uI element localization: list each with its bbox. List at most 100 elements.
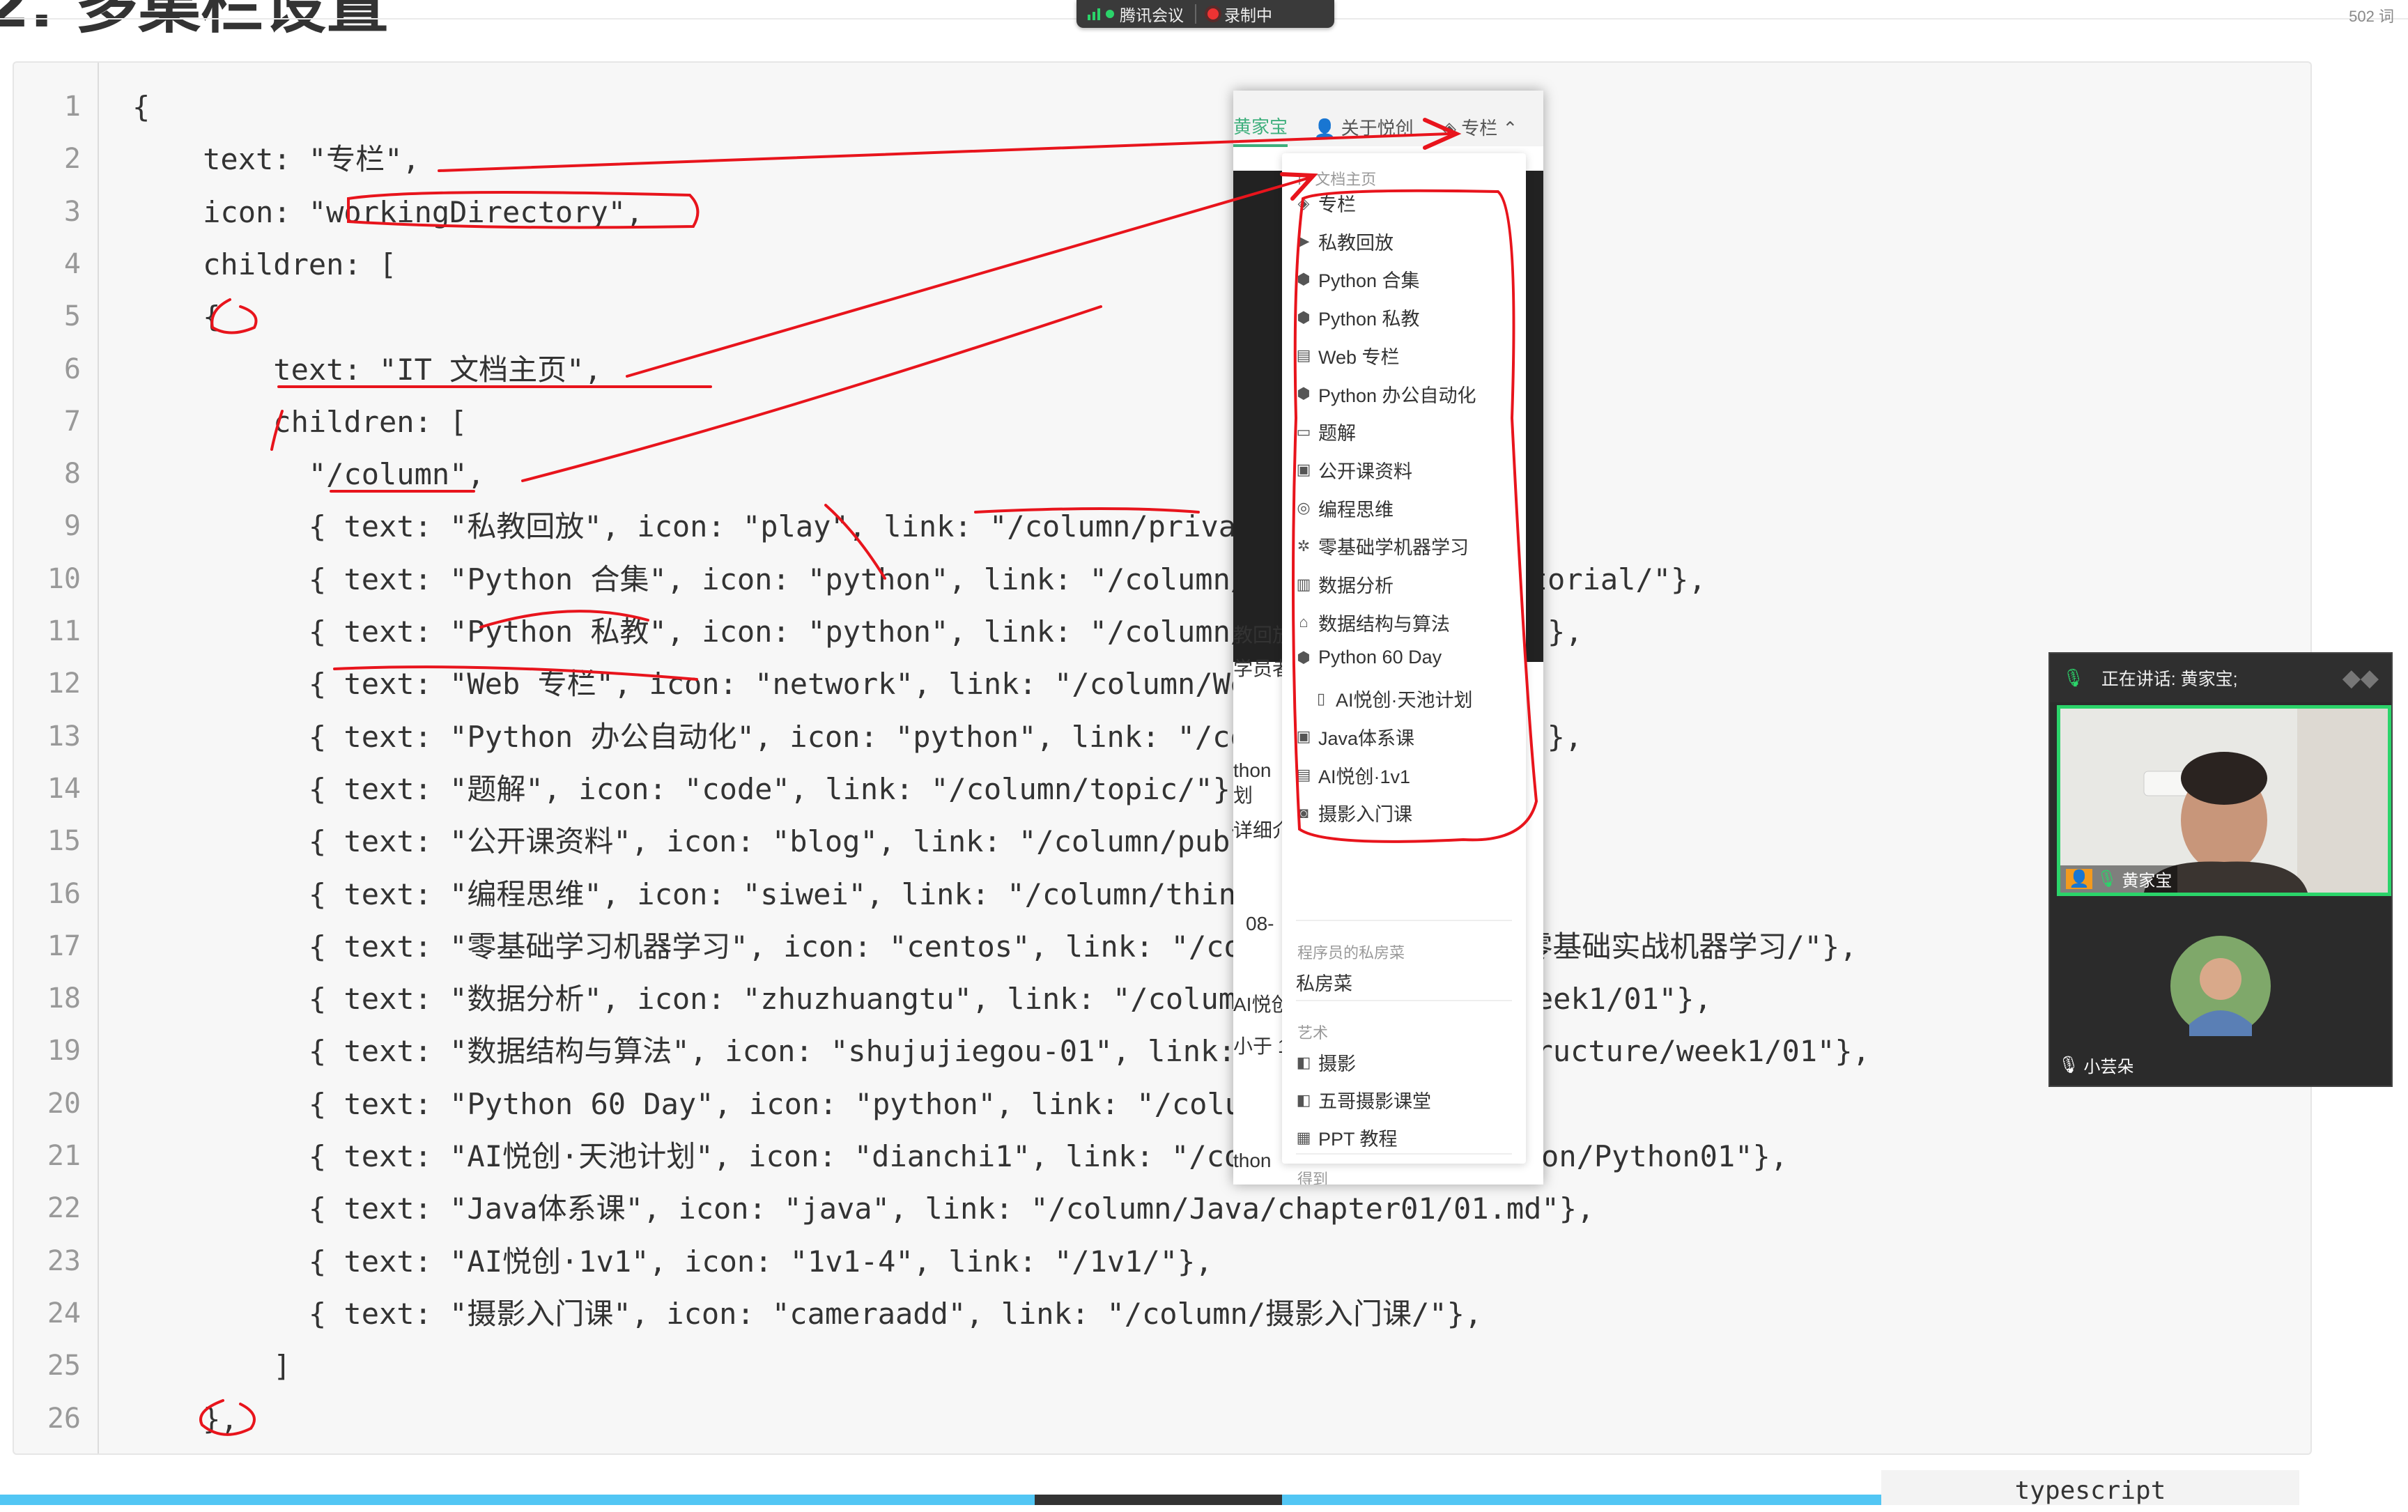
participant-name: 黄家宝 [2122, 872, 2172, 890]
line-number: 3 [63, 195, 81, 228]
dropdown-item-label: 摄影入门课 [1318, 804, 1412, 826]
dropdown-divider [1296, 1000, 1512, 1001]
line-number: 24 [47, 1297, 81, 1329]
code-line[interactable]: icon: "workingDirectory", [132, 192, 643, 233]
column-dropdown-menu[interactable]: IT 文档主页 ◈ 专栏 ▶ 私教回放 ⬢ Python 合集 ⬢ Python 私教 ▤ Web… [1282, 153, 1526, 1185]
dropdown-group-title: 程序员的私房菜 [1297, 944, 1405, 962]
code-line[interactable]: { text: "公开课资料", icon: "blog", link: "/c… [132, 821, 1354, 863]
microphone-icon: 🎙 [2062, 668, 2085, 688]
layers-icon: ◈ [1297, 194, 1310, 212]
line-number: 1 [63, 91, 81, 123]
code-line[interactable]: { text: "AI悦创·1v1", icon: "1v1-4", link:… [132, 1241, 1213, 1283]
recording-button[interactable]: 录制中 [1196, 0, 1283, 28]
dropdown-item[interactable]: ⬢ Python 合集 [1296, 265, 1419, 293]
nav-about-link[interactable]: 👤 关于悦创 [1313, 114, 1414, 140]
python-icon: ⬢ [1297, 385, 1311, 402]
code-line[interactable]: { text: "Web 专栏", icon: "network", link:… [132, 663, 1336, 705]
status-dot-icon [1106, 10, 1114, 18]
nav-column-link[interactable]: ◈ 专栏 ⌃ [1442, 114, 1518, 140]
dropdown-divider [1296, 1153, 1512, 1155]
code-line[interactable]: { text: "摄影入门课", icon: "cameraadd", link… [132, 1293, 1482, 1335]
code-line[interactable]: text: "专栏", [132, 139, 420, 180]
dropdown-item[interactable]: ▤ AI悦创·1v1 [1296, 762, 1410, 789]
dropdown-item[interactable]: ▣ Java体系课 [1296, 723, 1414, 750]
meeting-app-button[interactable]: 腾讯会议 [1076, 0, 1195, 28]
dropdown-item[interactable]: ◎ 编程思维 [1296, 495, 1394, 522]
dropdown-item[interactable]: ▭ 题解 [1296, 418, 1356, 445]
code-line[interactable]: { text: "题解", icon: "code", link: "/colu… [132, 769, 1248, 810]
speaking-label: 正在讲话: 黄家宝; [2101, 670, 2238, 689]
dropdown-item[interactable]: ◙ 摄影入门课 [1296, 799, 1412, 826]
dropdown-item-label: Java体系课 [1318, 727, 1415, 749]
dropdown-item[interactable]: ⬢ Python 办公自动化 [1296, 380, 1476, 408]
dropdown-item[interactable]: ◈ 专栏 [1296, 190, 1356, 217]
dropdown-item[interactable]: ▶ 私教回放 [1296, 228, 1394, 255]
dropdown-item[interactable]: ⬢ Python 60 Day [1296, 647, 1442, 668]
participant-video-1[interactable]: 👤 🎙 黄家宝 [2057, 705, 2391, 896]
dropdown-item[interactable]: ◧ 摄影 [1296, 1049, 1356, 1076]
dropdown-item-label: AI悦创·1v1 [1318, 766, 1411, 787]
dropdown-item-label: 五哥摄影课堂 [1318, 1091, 1431, 1112]
meeting-floating-bar[interactable]: 腾讯会议 录制中 [1076, 0, 1334, 28]
dropdown-group-title: 艺术 [1297, 1024, 1329, 1042]
code-line[interactable]: text: "IT 文档主页", [132, 349, 601, 391]
dropdown-item[interactable]: 私房菜 [1296, 969, 1352, 996]
dropdown-item-label: Web 专栏 [1318, 346, 1400, 368]
dropdown-item[interactable]: ⬢ Python 私教 [1296, 304, 1419, 331]
participant-name: 小芸朵 [2083, 1058, 2134, 1077]
layout-icon[interactable]: ◆◆ [2343, 664, 2379, 692]
dropdown-item-label: PPT 教程 [1318, 1129, 1398, 1150]
mic-on-icon: 🎙 [2096, 870, 2118, 888]
video-call-panel[interactable]: 🎙 正在讲话: 黄家宝; ◆◆ 👤 🎙 黄家宝 🎙 小芸朵 [2048, 652, 2393, 1087]
code-line[interactable]: children: [ [132, 401, 467, 443]
dropdown-item[interactable]: ▣ 公开课资料 [1296, 456, 1412, 484]
ppt-icon: ▦ [1296, 1128, 1311, 1146]
play-icon: ▶ [1297, 232, 1310, 250]
dropdown-item[interactable]: ▯ AI悦创·天池计划 [1313, 685, 1473, 712]
participant-video-2[interactable]: 🎙 小芸朵 [2050, 899, 2391, 1086]
dropdown-item[interactable]: ▦ PPT 教程 [1296, 1124, 1398, 1151]
line-number: 17 [47, 929, 81, 962]
dropdown-item-label: 数据分析 [1318, 576, 1394, 596]
blog-background-text: thon [1233, 1150, 1272, 1171]
line-number-gutter: 1 2 3 4 5 6 7 8 9 10 11 12 13 14 15 16 17 18 19 20 21 22 23 24 2… [14, 63, 99, 1453]
blog-background-text: 划 [1233, 785, 1253, 806]
dropdown-item-label: 摄影 [1318, 1054, 1356, 1074]
document-heading: 2. 多集栏设置 [0, 0, 389, 42]
dropdown-item-label: Python 办公自动化 [1318, 385, 1476, 406]
code-line[interactable]: "/column", [132, 454, 485, 495]
code-line[interactable]: { text: "Java体系课", icon: "java", link: "… [132, 1188, 1594, 1230]
structure-icon: ⌂ [1299, 613, 1309, 631]
dropdown-item[interactable]: ◧ 五哥摄影课堂 [1296, 1086, 1431, 1113]
dropdown-item-label: 零基础学机器学习 [1318, 537, 1469, 559]
dropdown-item[interactable]: ✲ 零基础学机器学习 [1296, 532, 1469, 560]
line-number: 13 [47, 720, 81, 753]
onevone-icon: ▤ [1296, 766, 1311, 783]
dropdown-item[interactable]: ⌂ 数据结构与算法 [1296, 609, 1450, 636]
code-line[interactable]: { text: "编程思维", icon: "siwei", link: "/c… [132, 874, 1377, 916]
nav-about-label: 关于悦创 [1341, 118, 1414, 139]
code-line[interactable]: }, [132, 1398, 238, 1440]
code-language-tag: typescript [1881, 1470, 2299, 1505]
dropdown-item-label: 私教回放 [1318, 232, 1394, 254]
blog-background-text: 08- [1246, 913, 1274, 934]
code-line[interactable]: { text: "数据结构与算法", icon: "shujujiegou-01… [132, 1031, 1870, 1072]
dropdown-item[interactable]: ▥ 数据分析 [1296, 571, 1394, 598]
dropdown-group-title: IT 文档主页 [1297, 171, 1377, 188]
code-line[interactable]: { text: "零基础学习机器学习", icon: "centos", lin… [132, 926, 1858, 968]
host-icon: 👤 [2066, 869, 2092, 889]
python-icon: ⬢ [1297, 648, 1311, 666]
signal-icon [1088, 8, 1100, 20]
code-line[interactable]: ] [132, 1345, 291, 1387]
tianchi-icon: ▯ [1316, 689, 1326, 707]
code-line[interactable]: { [132, 296, 220, 338]
code-line[interactable]: children: [ [132, 244, 396, 286]
line-number: 9 [63, 510, 81, 543]
code-line[interactable]: { [132, 86, 150, 128]
bottom-scroll-thumb[interactable] [1035, 1495, 1282, 1505]
dropdown-item[interactable]: ▤ Web 专栏 [1296, 342, 1400, 369]
nav-user-link[interactable]: 黄家宝 [1233, 113, 1288, 147]
participant-name-tag: 👤 🎙 黄家宝 [2060, 865, 2178, 893]
line-number: 7 [63, 405, 81, 438]
code-block[interactable]: 1 2 3 4 5 6 7 8 9 10 11 12 13 14 15 16 17 18 19 20 21 22 23 24 2… [13, 61, 2312, 1455]
